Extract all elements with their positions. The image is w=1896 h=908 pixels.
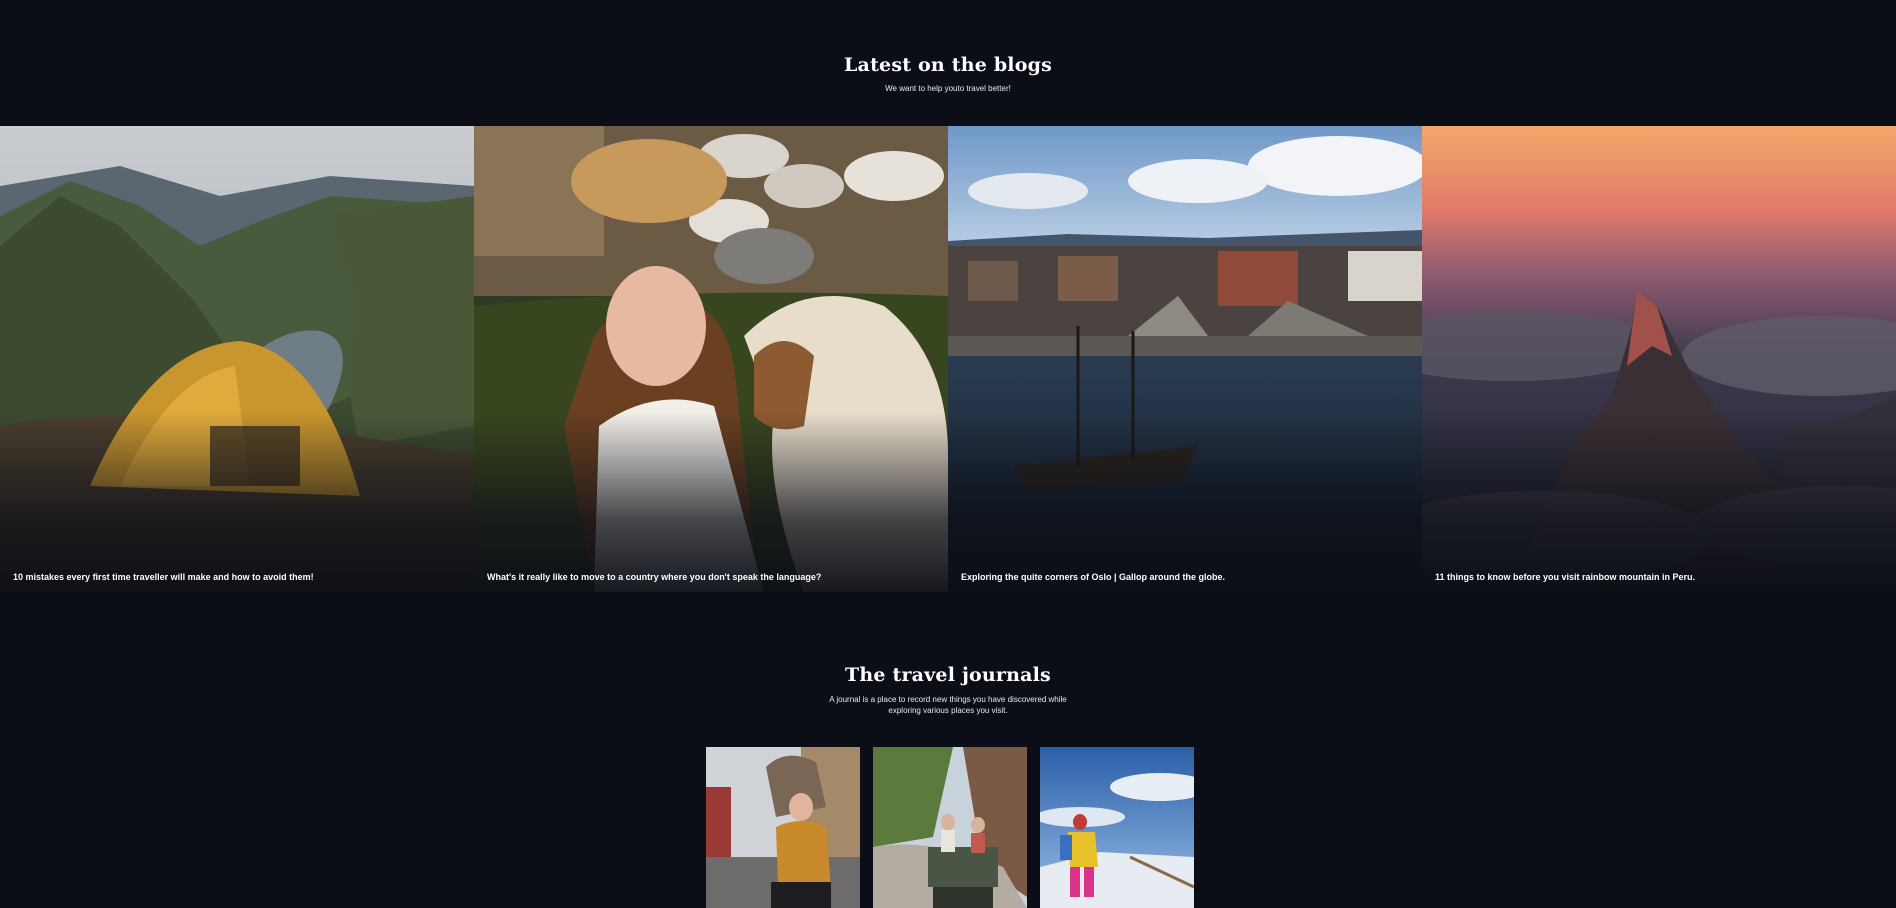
blog-caption[interactable]: Exploring the quite corners of Oslo | Ga… bbox=[961, 572, 1225, 582]
blogs-subtitle: We want to help youto travel better! bbox=[885, 84, 1011, 93]
blog-caption[interactable]: 11 things to know before you visit rainb… bbox=[1435, 572, 1695, 582]
journal-card-hiker[interactable] bbox=[1040, 747, 1194, 908]
traveller-city-image bbox=[706, 747, 860, 908]
journal-cards-row bbox=[706, 747, 1194, 908]
blog-card-tent[interactable]: 10 mistakes every first time traveller w… bbox=[0, 126, 474, 592]
caption-overlay bbox=[948, 412, 1422, 592]
caption-overlay bbox=[1422, 412, 1896, 592]
journal-card-jeep[interactable] bbox=[873, 747, 1027, 908]
hiker-snow-image bbox=[1040, 747, 1194, 908]
blog-caption[interactable]: What's it really like to move to a count… bbox=[487, 572, 821, 582]
blog-card-goat[interactable]: What's it really like to move to a count… bbox=[474, 126, 948, 592]
journal-card-city[interactable] bbox=[706, 747, 860, 908]
page: Latest on the blogs We want to help yout… bbox=[0, 0, 1896, 908]
blog-card-mountain[interactable]: 11 things to know before you visit rainb… bbox=[1422, 126, 1896, 592]
blog-caption[interactable]: 10 mistakes every first time traveller w… bbox=[13, 572, 314, 582]
couple-jeep-image bbox=[873, 747, 1027, 908]
blog-posts-row: 10 mistakes every first time traveller w… bbox=[0, 126, 1896, 592]
journals-section-header: The travel journals A journal is a place… bbox=[0, 664, 1896, 716]
journals-title: The travel journals bbox=[845, 664, 1051, 686]
blogs-section-header: Latest on the blogs We want to help yout… bbox=[0, 54, 1896, 94]
blogs-title: Latest on the blogs bbox=[844, 54, 1052, 76]
blog-card-oslo[interactable]: Exploring the quite corners of Oslo | Ga… bbox=[948, 126, 1422, 592]
caption-overlay bbox=[474, 412, 948, 592]
caption-overlay bbox=[0, 412, 474, 592]
journals-subtitle: A journal is a place to record new thing… bbox=[829, 695, 1067, 715]
